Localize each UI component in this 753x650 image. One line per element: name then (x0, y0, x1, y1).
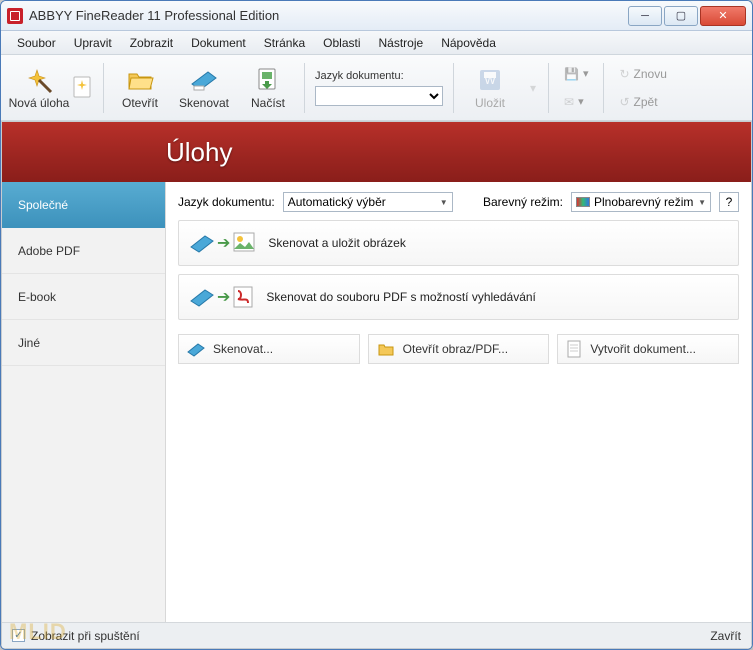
new-task-label: Nová úloha (9, 96, 70, 110)
show-on-start-checkbox[interactable]: ✓ (12, 629, 25, 642)
page-sparkle-icon (71, 74, 99, 102)
task-label: Skenovat do souboru PDF s možností vyhle… (266, 290, 535, 304)
show-on-start-label: Zobrazit při spuštění (31, 629, 140, 643)
image-icon (232, 231, 256, 255)
save-icon: W (476, 66, 504, 94)
panel-toolbar: Jazyk dokumentu: Automatický výběr▼ Bare… (178, 192, 739, 212)
new-task-dropdown[interactable] (71, 59, 99, 117)
menu-zobrazit[interactable]: Zobrazit (122, 34, 181, 52)
scanner-icon (189, 230, 215, 256)
minimize-button[interactable]: ─ (628, 6, 662, 26)
sidebar-item-label: Společné (18, 198, 68, 212)
sidebar-item-adobe-pdf[interactable]: Adobe PDF (2, 228, 165, 274)
arrow-right-icon: ➔ (217, 233, 230, 253)
save-label: Uložit (475, 96, 505, 110)
action-label: Otevřít obraz/PDF... (403, 342, 508, 356)
action-vytvorit[interactable]: Vytvořit dokument... (557, 334, 739, 364)
menu-oblasti[interactable]: Oblasti (315, 34, 368, 52)
maximize-button[interactable]: ▢ (664, 6, 698, 26)
page-title: Úlohy (166, 137, 232, 168)
close-link[interactable]: Zavřít (710, 629, 741, 643)
action-otevrit[interactable]: Otevřít obraz/PDF... (368, 334, 550, 364)
task-label: Skenovat a uložit obrázek (268, 236, 405, 250)
panel-lang-label: Jazyk dokumentu: (178, 195, 275, 209)
toolbar: Nová úloha Otevřít Skenovat Načíst (1, 55, 752, 121)
undo-button: ↺Zpět (612, 89, 673, 115)
app-icon (7, 8, 23, 24)
save-dropdown: ▾ (522, 59, 544, 117)
sidebar: Společné Adobe PDF E-book Jiné (2, 182, 166, 622)
pdf-icon (232, 285, 254, 309)
save-split-2: ✉▾ (557, 89, 595, 115)
action-label: Skenovat... (213, 342, 273, 356)
redo-icon: ↻ (619, 67, 629, 81)
mail-icon: ✉ (564, 95, 574, 109)
sidebar-item-jine[interactable]: Jiné (2, 320, 165, 366)
lang-label: Jazyk dokumentu: (315, 70, 443, 82)
undo-icon: ↺ (619, 95, 629, 109)
footer: ✓ Zobrazit při spuštění Zavřít (2, 622, 751, 648)
menu-soubor[interactable]: Soubor (9, 34, 64, 52)
wand-icon (25, 66, 53, 94)
sidebar-item-label: Adobe PDF (18, 244, 80, 258)
titlebar: ABBYY FineReader 11 Professional Edition… (1, 1, 752, 31)
main-area: Úlohy Společné Adobe PDF E-book Jiné Jaz… (1, 121, 752, 649)
chevron-down-icon: ▼ (698, 198, 706, 207)
load-button[interactable]: Načíst (236, 59, 300, 117)
scanner-icon (189, 284, 215, 310)
menu-stranka[interactable]: Stránka (256, 34, 313, 52)
task-scan-save-image[interactable]: ➔ Skenovat a uložit obrázek (178, 220, 739, 266)
folder-open-icon (126, 66, 154, 94)
header-band: Úlohy (2, 122, 751, 182)
menu-nastroje[interactable]: Nástroje (371, 34, 432, 52)
scanner-icon (187, 340, 205, 358)
load-label: Načíst (251, 96, 285, 110)
close-button[interactable]: ✕ (700, 6, 746, 26)
disk-icon: 💾 (564, 67, 579, 81)
panel-color-label: Barevný režim: (483, 195, 563, 209)
open-label: Otevřít (122, 96, 158, 110)
help-button[interactable]: ? (719, 192, 739, 212)
chevron-down-icon: ▼ (440, 198, 448, 207)
menu-napoveda[interactable]: Nápověda (433, 34, 504, 52)
lang-select[interactable] (315, 86, 443, 106)
color-swatch-icon (576, 197, 590, 207)
svg-text:W: W (484, 73, 496, 87)
sidebar-item-label: Jiné (18, 336, 40, 350)
task-panel: Jazyk dokumentu: Automatický výběr▼ Bare… (166, 182, 751, 622)
action-label: Vytvořit dokument... (590, 342, 696, 356)
sidebar-item-spolecne[interactable]: Společné (2, 182, 165, 228)
window-title: ABBYY FineReader 11 Professional Edition (29, 8, 628, 23)
sidebar-item-ebook[interactable]: E-book (2, 274, 165, 320)
document-icon (566, 340, 582, 358)
new-task-button[interactable]: Nová úloha (7, 59, 71, 117)
folder-icon (377, 340, 395, 358)
scan-button[interactable]: Skenovat (172, 59, 236, 117)
menu-upravit[interactable]: Upravit (66, 34, 120, 52)
menu-dokument[interactable]: Dokument (183, 34, 254, 52)
scanner-icon (190, 66, 218, 94)
sidebar-item-label: E-book (18, 290, 56, 304)
panel-lang-select[interactable]: Automatický výběr▼ (283, 192, 453, 212)
scan-label: Skenovat (179, 96, 229, 110)
menubar: Soubor Upravit Zobrazit Dokument Stránka… (1, 31, 752, 55)
open-button[interactable]: Otevřít (108, 59, 172, 117)
save-button: W Uložit (458, 59, 522, 117)
redo-button: ↻Znovu (612, 61, 673, 87)
load-icon (254, 66, 282, 94)
action-skenovat[interactable]: Skenovat... (178, 334, 360, 364)
task-scan-to-pdf[interactable]: ➔ Skenovat do souboru PDF s možností vyh… (178, 274, 739, 320)
panel-color-select[interactable]: Plnobarevný režim ▼ (571, 192, 711, 212)
chevron-down-icon: ▾ (530, 81, 536, 95)
save-split-1: 💾▾ (557, 61, 595, 87)
arrow-right-icon: ➔ (217, 287, 230, 307)
